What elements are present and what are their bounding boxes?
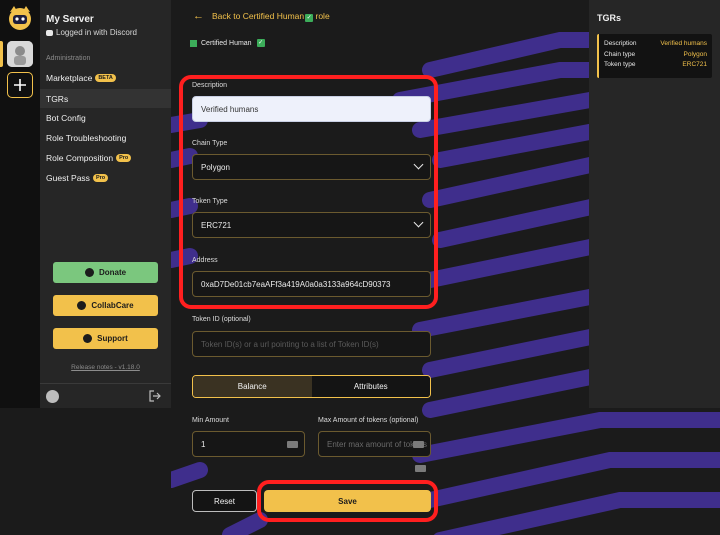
token-id-label: Token ID (optional) (192, 316, 251, 323)
collabcare-icon (77, 301, 87, 310)
server-icon[interactable] (7, 41, 33, 67)
reset-button[interactable]: Reset (192, 490, 257, 512)
highlight-box-save (257, 480, 438, 522)
summary-row: Token type ERC721 (604, 61, 707, 68)
sidebar: My Server Logged in with Discord Adminis… (40, 0, 171, 408)
sidebar-spacer (0, 408, 171, 535)
pro-badge: Pro (116, 153, 132, 162)
plus-icon (14, 79, 26, 91)
sidebar-item-guest-pass[interactable]: Guest Pass Pro (40, 168, 171, 187)
logout-icon[interactable] (149, 390, 161, 402)
collabcare-button[interactable]: CollabCare (53, 295, 158, 316)
server-rail (0, 0, 40, 408)
arrow-left-icon: ← (193, 10, 204, 22)
role-color-swatch (190, 39, 197, 47)
sidebar-item-tgrs[interactable]: TGRs (40, 89, 171, 108)
sidebar-footer (40, 383, 171, 408)
discord-icon (46, 29, 53, 36)
support-icon (83, 334, 93, 343)
avatar[interactable] (46, 390, 59, 403)
bot-logo-icon (9, 6, 31, 30)
token-id-field[interactable]: Token ID(s) or a url pointing to a list … (192, 331, 431, 357)
pro-badge: Pro (92, 173, 109, 182)
back-link[interactable]: ← Back to Certified Human ✓ role (193, 10, 330, 22)
max-amount-label: Max Amount of tokens (optional) (318, 417, 419, 424)
beta-badge: BETA (95, 73, 116, 82)
amount-mode-tabs: Balance Attributes (192, 375, 431, 398)
tab-attributes[interactable]: Attributes (311, 376, 430, 397)
panel-title: TGRs (597, 13, 622, 23)
server-name: My Server (46, 14, 94, 25)
keyboard-icon (415, 465, 426, 472)
donate-button[interactable]: Donate (53, 262, 158, 283)
sidebar-item-bot-config[interactable]: Bot Config (40, 108, 171, 127)
check-emoji-icon: ✓ (256, 39, 265, 47)
role-crumb: Certified Human ✓ (190, 39, 265, 47)
summary-row: Description Verified humans (604, 40, 707, 47)
sidebar-item-marketplace[interactable]: Marketplace BETA (40, 68, 171, 87)
login-status: Logged in with Discord (46, 28, 137, 37)
highlight-box-form-fields (179, 75, 438, 309)
release-notes-link[interactable]: Release notes - v1.18.0 (40, 364, 171, 371)
summary-panel: TGRs Description Verified humans Chain t… (589, 0, 720, 408)
active-server-indicator (0, 41, 3, 67)
min-amount-field[interactable]: 1 (192, 431, 305, 457)
tab-balance[interactable]: Balance (193, 376, 312, 397)
max-amount-field[interactable]: Enter max amount of tokens (318, 431, 431, 457)
keyboard-icon (287, 441, 298, 448)
sidebar-item-role-troubleshooting[interactable]: Role Troubleshooting (40, 128, 171, 147)
summary-row: Chain type Polygon (604, 50, 707, 58)
support-button[interactable]: Support (53, 328, 158, 349)
add-server-button[interactable] (7, 72, 33, 98)
donate-icon (84, 268, 94, 277)
section-heading: Administration (46, 55, 91, 62)
check-emoji-icon: ✓ (305, 13, 314, 22)
summary-card: Description Verified humans Chain type P… (597, 34, 712, 78)
sidebar-item-role-composition[interactable]: Role Composition Pro (40, 148, 171, 167)
min-amount-label: Min Amount (192, 417, 229, 424)
keyboard-icon (413, 441, 424, 448)
